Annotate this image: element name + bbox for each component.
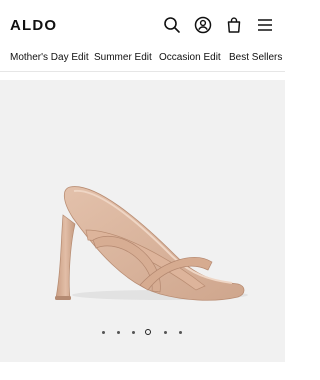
nav-item-mothers-day-edit[interactable]: Mother's Day Edit [10,52,89,63]
nav-item-summer-edit[interactable]: Summer Edit [94,52,152,63]
search-icon[interactable] [163,16,181,34]
menu-icon[interactable] [256,16,274,34]
category-nav: Mother's Day Edit Summer Edit Occasion E… [0,48,285,72]
carousel-pagination [0,327,285,339]
bag-icon[interactable] [225,16,243,34]
product-image-carousel[interactable] [0,80,285,362]
carousel-dot[interactable] [101,331,105,334]
nav-item-occasion-edit[interactable]: Occasion Edit [159,52,221,63]
aldo-logo[interactable]: ALDO [10,17,57,34]
site-header: ALDO [0,0,285,48]
carousel-dot[interactable] [178,331,182,334]
product-image-sandal [55,186,248,301]
carousel-dot[interactable] [145,329,151,335]
account-icon[interactable] [194,16,212,34]
carousel-dot[interactable] [163,331,167,334]
carousel-dot[interactable] [116,331,120,334]
nav-item-best-sellers[interactable]: Best Sellers [229,52,282,63]
carousel-dot[interactable] [131,331,135,334]
